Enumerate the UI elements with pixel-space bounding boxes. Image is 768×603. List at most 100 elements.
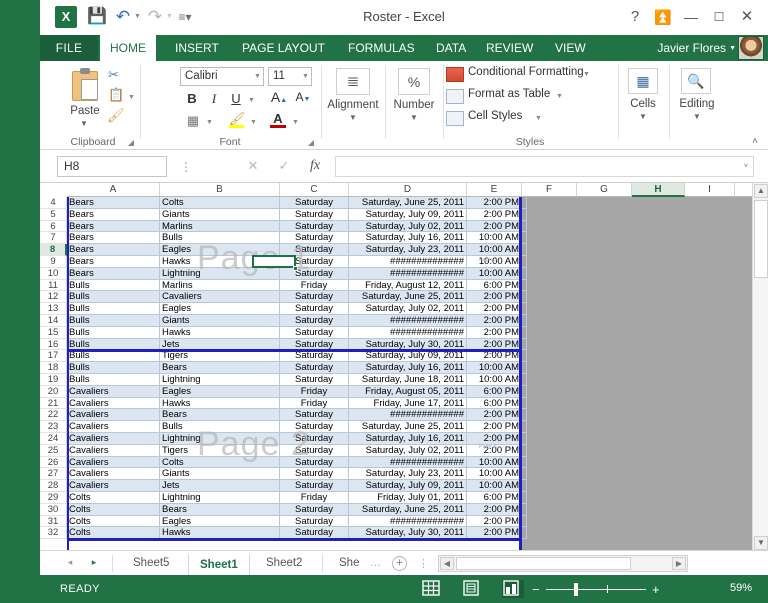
cell-A30[interactable]: Colts	[67, 503, 160, 516]
row-header-9[interactable]: 9	[40, 255, 67, 268]
cell-C6[interactable]: Saturday	[280, 220, 349, 233]
cell-B12[interactable]: Cavaliers	[160, 291, 280, 304]
cell-F9[interactable]	[522, 256, 527, 268]
cell-B17[interactable]: Tigers	[160, 350, 280, 363]
cell-C25[interactable]: Saturday	[280, 444, 349, 457]
cell-C12[interactable]: Saturday	[280, 291, 349, 304]
cell-D10[interactable]: ##############	[349, 267, 467, 280]
cell-D15[interactable]: ##############	[349, 326, 467, 339]
cell-C21[interactable]: Friday	[280, 397, 349, 410]
cell-D31[interactable]: ##############	[349, 515, 467, 528]
scroll-right-icon[interactable]: ▶	[672, 557, 686, 570]
cell-B22[interactable]: Bears	[160, 409, 280, 422]
copy-icon[interactable]: 📋	[108, 87, 124, 103]
column-header-i[interactable]: I	[685, 183, 735, 197]
cell-E19[interactable]: 10:00 AM	[467, 374, 522, 386]
row-header-11[interactable]: 11	[40, 279, 67, 292]
cell-D6[interactable]: Saturday, July 02, 2011	[349, 220, 467, 233]
sheet-tabs-overflow[interactable]: …	[370, 557, 381, 569]
row-header-19[interactable]: 19	[40, 373, 67, 386]
row-header-7[interactable]: 7	[40, 232, 67, 245]
cell-A26[interactable]: Cavaliers	[67, 456, 160, 469]
cell-C7[interactable]: Saturday	[280, 232, 349, 245]
cell-F15[interactable]	[522, 326, 527, 339]
font-color-caret[interactable]: ▼	[292, 119, 299, 126]
cell-F24[interactable]	[522, 433, 527, 445]
cell-F12[interactable]	[522, 291, 527, 304]
cell-B24[interactable]: Lightning	[160, 433, 280, 445]
cell-D17[interactable]: Saturday, July 09, 2011	[349, 350, 467, 363]
table-row[interactable]: Cavaliers Giants Saturday Saturday, July 23…	[67, 468, 527, 481]
cell-E13[interactable]: 2:00 PM	[467, 303, 522, 315]
cells-icon[interactable]: ▦	[628, 68, 658, 94]
row-header-26[interactable]: 26	[40, 456, 67, 469]
row-header-20[interactable]: 20	[40, 385, 67, 398]
cells-dropdown-caret[interactable]: ▼	[620, 112, 666, 121]
cell-B18[interactable]: Bears	[160, 362, 280, 374]
cell-D18[interactable]: Saturday, July 16, 2011	[349, 362, 467, 374]
cell-F19[interactable]	[522, 374, 527, 386]
cell-D21[interactable]: Friday, June 17, 2011	[349, 397, 467, 410]
cell-B27[interactable]: Giants	[160, 468, 280, 481]
table-row[interactable]: Colts Lightning Friday Friday, July 01, 201…	[67, 492, 527, 504]
borders-caret[interactable]: ▼	[206, 119, 213, 126]
cell-E26[interactable]: 10:00 AM	[467, 456, 522, 469]
row-header-18[interactable]: 18	[40, 362, 67, 374]
cell-A11[interactable]: Bulls	[67, 279, 160, 292]
scroll-down-icon[interactable]: ▼	[754, 536, 768, 550]
cell-B4[interactable]: Colts	[160, 197, 280, 209]
account-name[interactable]: Javier Flores	[657, 35, 726, 61]
cell-D11[interactable]: Friday, August 12, 2011	[349, 279, 467, 292]
minimize-button[interactable]: —	[678, 6, 704, 28]
cell-A24[interactable]: Cavaliers	[67, 433, 160, 445]
cell-E7[interactable]: 10:00 AM	[467, 232, 522, 245]
cell-F29[interactable]	[522, 492, 527, 504]
sheet-tab-sheet5[interactable]: Sheet5	[122, 553, 180, 575]
cell-E5[interactable]: 2:00 PM	[467, 208, 522, 221]
cell-D13[interactable]: Saturday, July 02, 2011	[349, 303, 467, 315]
cell-styles-button[interactable]: Cell Styles	[468, 110, 522, 122]
cell-A28[interactable]: Cavaliers	[67, 480, 160, 492]
cell-styles-caret[interactable]: ▼	[535, 115, 542, 122]
cell-D30[interactable]: Saturday, June 25, 2011	[349, 503, 467, 516]
help-icon[interactable]: ?	[622, 6, 648, 28]
cell-E27[interactable]: 10:00 AM	[467, 468, 522, 481]
conditional-formatting-caret[interactable]: ▼	[583, 71, 590, 78]
table-row[interactable]: Cavaliers Bulls Saturday Saturday, June 25,…	[67, 421, 527, 433]
tab-formulas[interactable]: FORMULAS	[338, 35, 425, 61]
cell-A21[interactable]: Cavaliers	[67, 397, 160, 410]
cell-F13[interactable]	[522, 303, 527, 315]
cell-E12[interactable]: 2:00 PM	[467, 291, 522, 304]
table-row[interactable]: Cavaliers Eagles Friday Friday, August 05, …	[67, 385, 527, 398]
zoom-out-button[interactable]: −	[532, 582, 540, 597]
cell-E18[interactable]: 10:00 AM	[467, 362, 522, 374]
cell-F22[interactable]	[522, 409, 527, 422]
cell-E6[interactable]: 2:00 PM	[467, 220, 522, 233]
cell-F32[interactable]	[522, 527, 527, 540]
cell-B11[interactable]: Marlins	[160, 279, 280, 292]
tab-data[interactable]: DATA	[426, 35, 476, 61]
cell-B23[interactable]: Bulls	[160, 421, 280, 433]
column-header-h[interactable]: H	[632, 183, 685, 197]
row-header-16[interactable]: 16	[40, 338, 67, 351]
close-button[interactable]: ✕	[734, 6, 760, 28]
cell-A31[interactable]: Colts	[67, 515, 160, 528]
fill-handle[interactable]	[293, 266, 298, 271]
cell-D8[interactable]: Saturday, July 23, 2011	[349, 244, 467, 256]
cell-E30[interactable]: 2:00 PM	[467, 503, 522, 516]
cell-C14[interactable]: Saturday	[280, 315, 349, 327]
font-color-icon[interactable]: A	[270, 111, 286, 126]
sheet-tab-she[interactable]: She	[328, 553, 370, 575]
cell-F14[interactable]	[522, 315, 527, 327]
cell-D4[interactable]: Saturday, June 25, 2011	[349, 197, 467, 209]
percent-icon[interactable]: %	[398, 68, 430, 95]
cell-B7[interactable]: Bulls	[160, 232, 280, 245]
cell-C15[interactable]: Saturday	[280, 326, 349, 339]
row-header-29[interactable]: 29	[40, 491, 67, 504]
row-header-15[interactable]: 15	[40, 326, 67, 339]
cell-E10[interactable]: 10:00 AM	[467, 267, 522, 280]
cell-D7[interactable]: Saturday, July 16, 2011	[349, 232, 467, 245]
tab-split-handle[interactable]: ⋮	[418, 557, 429, 570]
row-header-13[interactable]: 13	[40, 303, 67, 315]
cell-C28[interactable]: Saturday	[280, 480, 349, 492]
